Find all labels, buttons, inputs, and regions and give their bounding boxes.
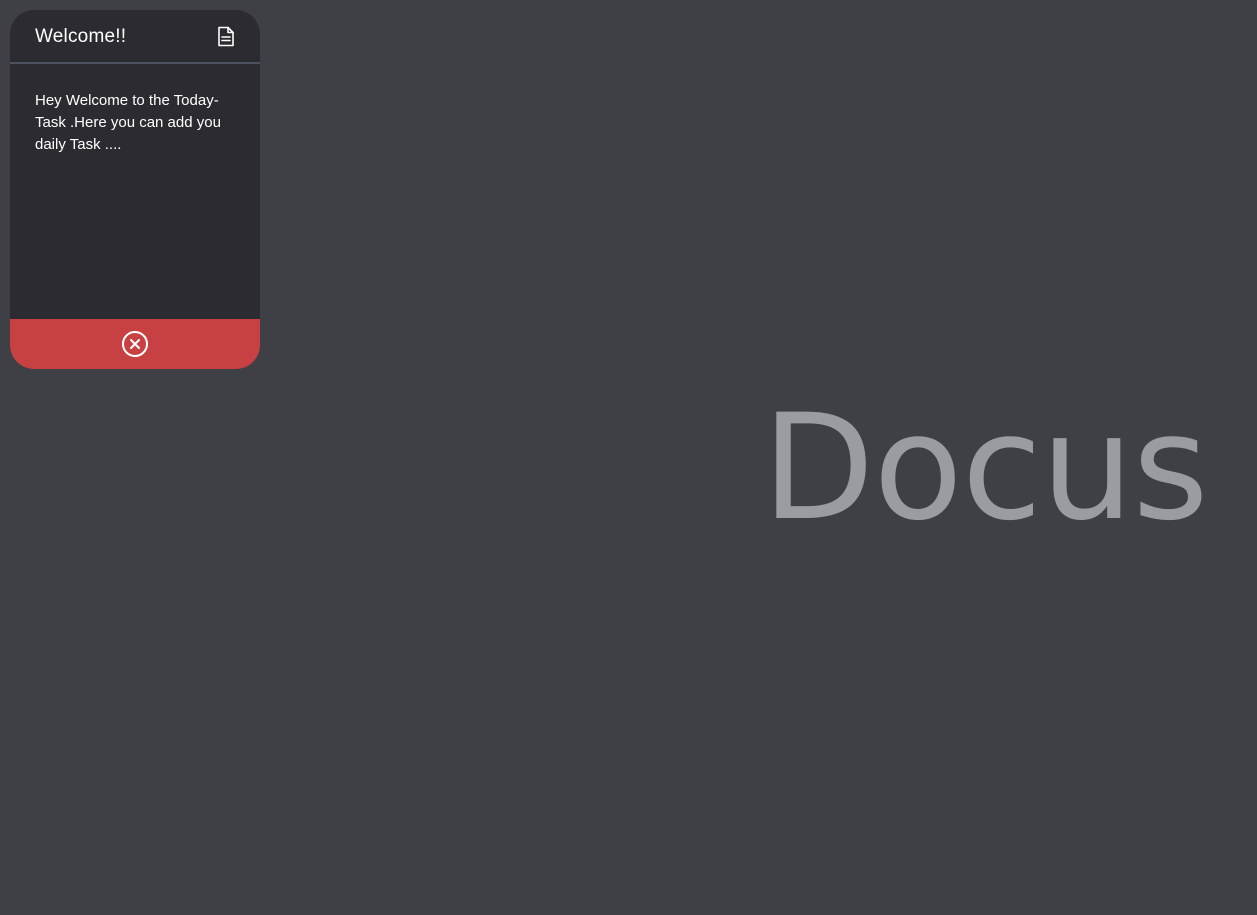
card-title: Welcome!! (35, 25, 127, 47)
document-icon[interactable] (216, 25, 236, 47)
close-circle-icon (122, 331, 148, 357)
card-header: Welcome!! (10, 10, 260, 64)
brand-logo-text: Docus (762, 383, 1209, 553)
close-button[interactable] (121, 330, 149, 358)
welcome-card: Welcome!! Hey Welcome to the Today-Task … (10, 10, 260, 369)
card-message: Hey Welcome to the Today-Task .Here you … (35, 92, 221, 153)
card-footer (10, 319, 260, 369)
